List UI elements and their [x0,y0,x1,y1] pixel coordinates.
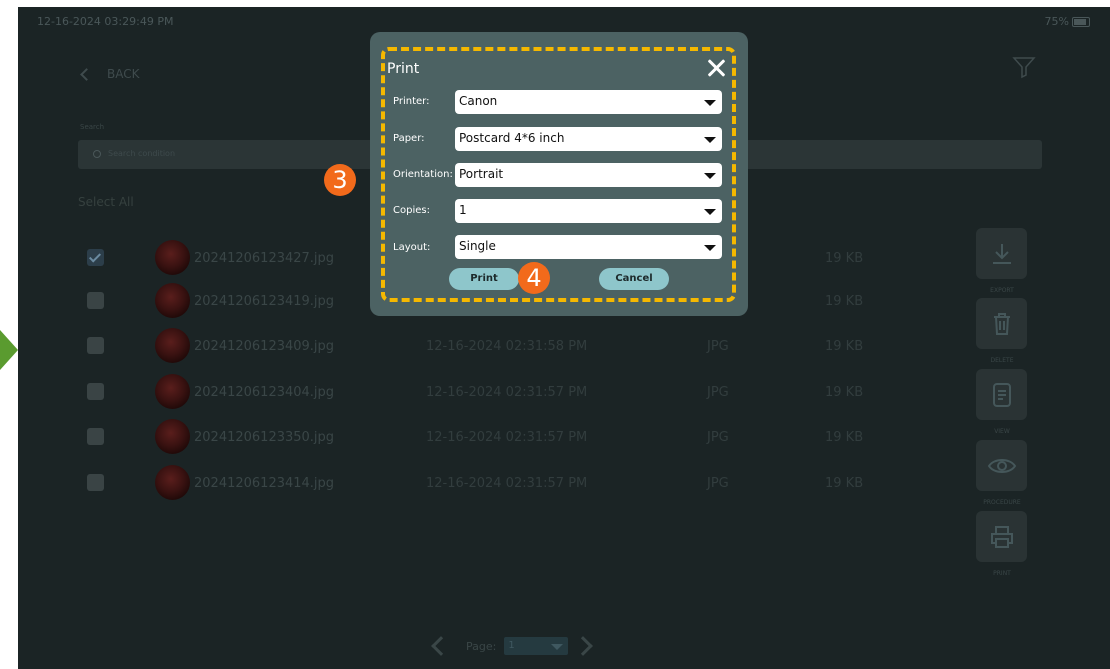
cancel-button[interactable]: Cancel [599,268,669,290]
file-type: JPG [707,476,729,491]
list-item[interactable]: 20241206123404.jpg 12-16-2024 02:31:57 P… [18,371,1110,415]
battery-indicator: 75% [1045,15,1090,28]
file-name: 20241206123427.jpg [194,251,335,266]
step-3-badge: 3 [324,164,356,196]
layout-label: Layout: [393,242,431,253]
check-icon [88,250,102,263]
file-type: JPG [707,385,729,400]
layout-select[interactable]: Single [455,235,722,259]
chevron-down-icon [704,173,716,179]
orientation-label: Orientation: [393,169,453,180]
status-datetime: 12-16-2024 03:29:49 PM [37,15,174,28]
printer-value: Canon [459,94,498,108]
export-button[interactable] [976,228,1027,279]
procedure-label: PROCEDURE [983,499,1021,506]
procedure-button[interactable] [976,440,1027,491]
printer-label: Printer: [393,96,430,107]
row-checkbox[interactable] [87,292,104,309]
list-item[interactable]: 20241206123414.jpg 12-16-2024 02:31:57 P… [18,462,1110,506]
eye-icon [987,458,1016,473]
paper-label: Paper: [393,133,425,144]
back-button[interactable]: BACK [80,67,140,81]
chevron-down-icon [704,137,716,143]
image-thumbnail [155,240,190,275]
copies-value: 1 [459,203,467,217]
file-name: 20241206123414.jpg [194,476,335,491]
battery-percent: 75% [1044,15,1069,28]
chevron-down-icon [551,644,564,650]
page-value: 1 [508,640,515,651]
file-size: 19 KB [825,430,864,445]
export-label: EXPORT [990,287,1014,294]
next-page-button[interactable] [573,636,594,656]
print-label: PRINT [993,570,1011,577]
file-type: JPG [707,339,729,354]
file-date: 12-16-2024 02:31:57 PM [426,430,588,445]
file-date: 12-16-2024 02:31:57 PM [426,476,588,491]
file-name: 20241206123404.jpg [194,385,335,400]
trash-icon [993,312,1010,335]
chevron-down-icon [704,245,716,251]
chevron-down-icon [704,100,716,106]
image-thumbnail [155,419,190,454]
list-item[interactable]: 20241206123409.jpg 12-16-2024 02:31:58 P… [18,325,1110,369]
orientation-value: Portrait [459,167,504,181]
file-size: 19 KB [825,339,864,354]
file-size: 19 KB [825,385,864,400]
filter-icon[interactable] [1012,55,1036,79]
document-icon [992,382,1011,407]
orientation-select[interactable]: Portrait [455,163,722,187]
dialog-title: Print [387,61,420,77]
image-thumbnail [155,328,190,363]
search-icon [93,150,101,158]
page-select[interactable]: 1 [504,637,569,655]
close-icon[interactable] [706,58,726,78]
view-button[interactable] [976,369,1027,420]
row-checkbox[interactable] [87,337,104,354]
select-all-checkbox[interactable]: Select All [78,195,134,209]
prev-page-button[interactable] [431,636,451,656]
file-date: 12-16-2024 02:31:57 PM [426,385,588,400]
file-size: 19 KB [825,294,864,309]
file-type: JPG [707,430,729,445]
search-label: Search [80,123,105,131]
file-date: 12-16-2024 02:31:58 PM [426,339,588,354]
list-item[interactable]: 20241206123350.jpg 12-16-2024 02:31:57 P… [18,416,1110,460]
copies-label: Copies: [393,205,430,216]
delete-button[interactable] [976,298,1027,349]
chevron-down-icon [704,209,716,215]
page-label: Page: [466,639,497,653]
layout-value: Single [459,239,496,253]
file-size: 19 KB [825,251,864,266]
image-thumbnail [155,465,190,500]
paper-value: Postcard 4*6 inch [459,131,565,145]
battery-icon [1072,16,1090,27]
view-label: VIEW [994,428,1010,435]
chevron-left-icon [80,67,93,81]
pointer-arrow-icon [0,330,18,370]
delete-label: DELETE [990,357,1014,364]
file-name: 20241206123350.jpg [194,430,335,445]
paper-select[interactable]: Postcard 4*6 inch [455,127,722,151]
row-checkbox[interactable] [87,474,104,491]
back-label: BACK [107,67,140,81]
print-button[interactable]: Print [449,268,519,290]
download-icon [992,243,1011,264]
file-size: 19 KB [825,476,864,491]
image-thumbnail [155,283,190,318]
row-checkbox[interactable] [87,249,104,266]
copies-select[interactable]: 1 [455,199,722,223]
print-action-button[interactable] [976,511,1027,562]
pagination: Page: 1 [431,636,594,656]
image-thumbnail [155,374,190,409]
step-4-badge: 4 [518,262,550,294]
row-checkbox[interactable] [87,428,104,445]
file-name: 20241206123409.jpg [194,339,335,354]
printer-select[interactable]: Canon [455,90,722,114]
printer-icon [990,525,1013,548]
row-checkbox[interactable] [87,383,104,400]
search-placeholder: Search condition [108,149,176,158]
file-name: 20241206123419.jpg [194,294,335,309]
